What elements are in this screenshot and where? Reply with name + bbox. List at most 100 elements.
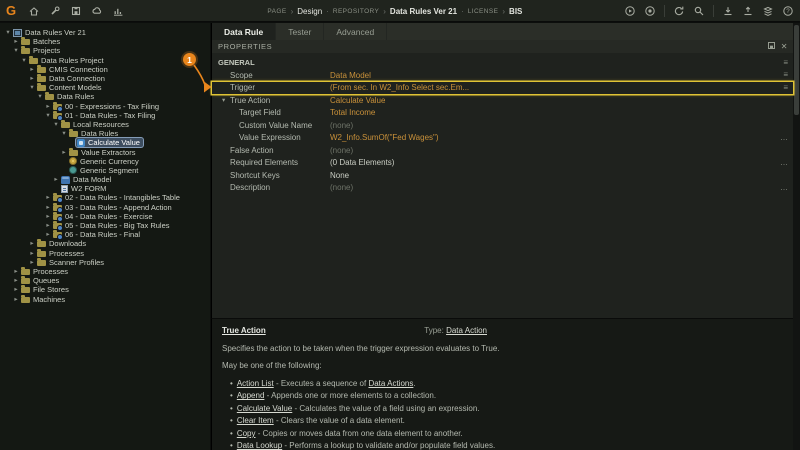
tree-item-00-expressions-tax-filing[interactable]: ▸00 - Expressions - Tax Filing <box>0 102 210 111</box>
tab-advanced[interactable]: Advanced <box>324 23 387 40</box>
upload-icon[interactable] <box>742 5 754 17</box>
property-row-false-action[interactable]: False Action(none) <box>212 144 793 157</box>
tree-node[interactable]: Data Rules Ver 21 <box>12 28 89 37</box>
refresh-icon[interactable] <box>673 5 685 17</box>
chevron-right-icon[interactable]: ▸ <box>44 212 52 221</box>
chevron-right-icon[interactable]: ▸ <box>44 221 52 230</box>
chevron-right-icon[interactable]: ▸ <box>44 102 52 111</box>
tree-node[interactable]: Generic Currency <box>68 157 142 166</box>
tree-node[interactable]: 06 - Data Rules - Final <box>52 230 143 239</box>
tree-item-04-data-rules-exercise[interactable]: ▸04 - Data Rules - Exercise <box>0 212 210 221</box>
property-value[interactable]: Data Model <box>330 71 371 80</box>
tree-node[interactable]: Data Model <box>60 175 114 184</box>
chevron-down-icon[interactable]: ▾ <box>12 46 20 55</box>
property-row-value-expression[interactable]: Value ExpressionW2_Info.SumOf("Fed Wages… <box>212 132 793 145</box>
property-row-scope[interactable]: ScopeData Model≡ <box>212 69 793 82</box>
tree-node[interactable]: Value Extractors <box>68 147 138 156</box>
row-menu-icon[interactable]: ≡ <box>783 84 788 92</box>
chevron-right-icon[interactable]: ▸ <box>28 239 36 248</box>
scrollbar-thumb[interactable] <box>794 25 799 115</box>
search-icon[interactable] <box>693 5 705 17</box>
tree-item-06-data-rules-final[interactable]: ▸06 - Data Rules - Final <box>0 230 210 239</box>
help-inline-link[interactable]: Data Actions <box>368 379 413 388</box>
help-term-link[interactable]: Clear Item <box>237 416 274 425</box>
tree-node[interactable]: Data Rules <box>44 92 97 101</box>
tree-node[interactable]: Content Models <box>36 83 105 92</box>
help-term-link[interactable]: Calculate Value <box>237 404 292 413</box>
chart-icon[interactable] <box>112 5 124 17</box>
chevron-down-icon[interactable]: ▾ <box>36 92 44 101</box>
tree-node[interactable]: Downloads <box>36 239 89 248</box>
tree-item-local-resources[interactable]: ▾Local Resources <box>0 120 210 129</box>
breadcrumb-page-value[interactable]: Design <box>297 7 322 16</box>
tree-item-value-extractors[interactable]: ▸Value Extractors <box>0 147 210 156</box>
tree-item-generic-segment[interactable]: Generic Segment <box>0 166 210 175</box>
tree-node[interactable]: CMIS Connection <box>36 65 111 74</box>
tree-node[interactable]: Data Rules <box>68 129 121 138</box>
property-row-trigger[interactable]: Trigger(From sec. In W2_Info Select sec.… <box>212 82 793 95</box>
chevron-right-icon[interactable]: ▸ <box>28 65 36 74</box>
tree-node[interactable]: W2 FORM <box>60 184 109 193</box>
breadcrumb-repo-value[interactable]: Data Rules Ver 21 <box>390 7 457 16</box>
tree-item-data-model[interactable]: ▸Data Model <box>0 175 210 184</box>
chevron-down-icon[interactable]: ▾ <box>4 28 12 37</box>
vertical-scrollbar[interactable] <box>793 23 800 450</box>
tab-data-rule[interactable]: Data Rule <box>212 23 276 40</box>
chevron-right-icon[interactable]: ▸ <box>12 37 20 46</box>
tree-item-calculate-value[interactable]: Calculate Value <box>0 138 210 147</box>
chevron-down-icon[interactable]: ▾ <box>20 56 28 65</box>
tree-item-01-data-rules-tax-filing[interactable]: ▾01 - Data Rules - Tax Filing <box>0 111 210 120</box>
expander-icon[interactable]: ▾ <box>222 96 230 104</box>
property-value[interactable]: Calculate Value <box>330 96 385 105</box>
help-icon[interactable]: ? <box>782 5 794 17</box>
chevron-down-icon[interactable]: ▾ <box>28 83 36 92</box>
row-menu-icon[interactable]: ≡ <box>783 71 788 79</box>
tree-item-cmis-connection[interactable]: ▸CMIS Connection <box>0 65 210 74</box>
property-row-description[interactable]: Description(none)… <box>212 182 793 195</box>
close-icon[interactable]: ✕ <box>781 43 788 51</box>
chevron-down-icon[interactable]: ▾ <box>44 111 52 120</box>
tree-node[interactable]: Processes <box>36 249 87 258</box>
tree-item-file-stores[interactable]: ▸File Stores <box>0 285 210 294</box>
stack-icon[interactable] <box>762 5 774 17</box>
tree-node[interactable]: Batches <box>20 37 63 46</box>
tree-item-batches[interactable]: ▸Batches <box>0 37 210 46</box>
tree-node[interactable]: 04 - Data Rules - Exercise <box>52 212 156 221</box>
row-ellipsis-button[interactable]: … <box>780 134 788 142</box>
tree-item-queues[interactable]: ▸Queues <box>0 276 210 285</box>
tree-node[interactable]: 02 - Data Rules - Intangibles Table <box>52 193 183 202</box>
tree-item-generic-currency[interactable]: Generic Currency <box>0 157 210 166</box>
help-term-link[interactable]: Append <box>237 391 265 400</box>
row-ellipsis-button[interactable]: … <box>780 159 788 167</box>
tree-item-processes[interactable]: ▸Processes <box>0 249 210 258</box>
wrench-icon[interactable] <box>49 5 61 17</box>
chevron-right-icon[interactable]: ▸ <box>28 74 36 83</box>
chevron-right-icon[interactable]: ▸ <box>44 230 52 239</box>
tree-item-w2-form[interactable]: W2 FORM <box>0 184 210 193</box>
play-circle-icon[interactable] <box>624 5 636 17</box>
chevron-right-icon[interactable]: ▸ <box>12 267 20 276</box>
help-term-link[interactable]: Action List <box>237 379 274 388</box>
tree-node[interactable]: Local Resources <box>60 120 132 129</box>
tree-node[interactable]: Data Rules Project <box>28 56 107 65</box>
property-value[interactable]: (From sec. In W2_Info Select sec.Em... <box>330 83 469 92</box>
property-row-true-action[interactable]: ▾True ActionCalculate Value <box>212 94 793 107</box>
chevron-right-icon[interactable]: ▸ <box>12 285 20 294</box>
tree-item-05-data-rules-big-tax-rules[interactable]: ▸05 - Data Rules - Big Tax Rules <box>0 221 210 230</box>
tree-node[interactable]: Projects <box>20 46 63 55</box>
tree-item-processes[interactable]: ▸Processes <box>0 267 210 276</box>
help-term-link[interactable]: Data Lookup <box>237 441 282 450</box>
tree-node[interactable]: Generic Segment <box>68 166 141 175</box>
chevron-right-icon[interactable]: ▸ <box>60 148 68 157</box>
chevron-right-icon[interactable]: ▸ <box>28 258 36 267</box>
chevron-down-icon[interactable]: ▾ <box>52 120 60 129</box>
tree-item-02-data-rules-intangibles-table[interactable]: ▸02 - Data Rules - Intangibles Table <box>0 193 210 202</box>
chevron-right-icon[interactable]: ▸ <box>12 295 20 304</box>
tree-node[interactable]: 00 - Expressions - Tax Filing <box>52 102 162 111</box>
app-logo[interactable]: G <box>0 0 22 22</box>
property-row-required-elements[interactable]: Required Elements(0 Data Elements)… <box>212 157 793 170</box>
tree-item-03-data-rules-append-action[interactable]: ▸03 - Data Rules - Append Action <box>0 203 210 212</box>
tree-item-data-rules-ver-21[interactable]: ▾Data Rules Ver 21 <box>0 28 210 37</box>
chevron-right-icon[interactable]: ▸ <box>44 203 52 212</box>
tree-node[interactable]: Processes <box>20 267 71 276</box>
